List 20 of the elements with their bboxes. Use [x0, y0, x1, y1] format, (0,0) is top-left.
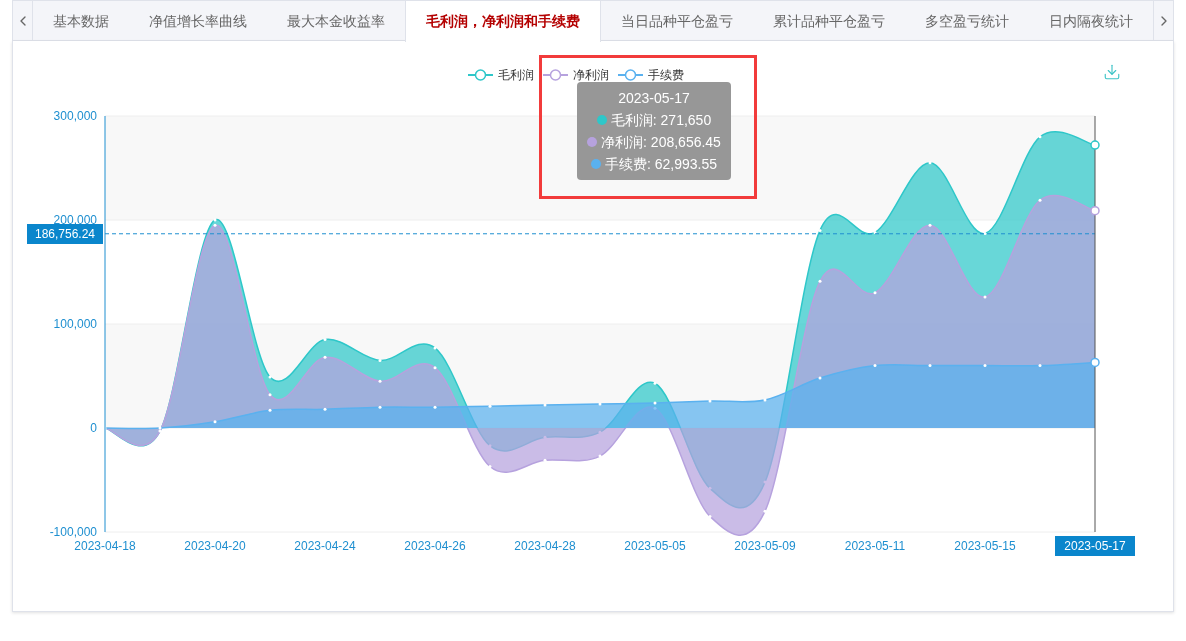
- x-axis-label: 2023-04-18: [74, 539, 136, 553]
- y-axis-label: 0: [90, 421, 97, 435]
- axis-pointer-label: 2023-05-17: [1055, 536, 1135, 556]
- x-axis-label: 2023-05-11: [844, 539, 906, 553]
- tooltip-row-text: 净利润: 208,656.45: [601, 133, 721, 152]
- x-axis-label: 2023-05-05: [624, 539, 686, 553]
- tooltip-row-text: 毛利润: 271,650: [610, 111, 712, 130]
- y-axis-label: -100,000: [49, 525, 97, 539]
- x-axis-label: 2023-04-28: [514, 539, 576, 553]
- x-axis-label: 2023-04-24: [294, 539, 356, 553]
- y-axis-label: 100,000: [53, 317, 97, 331]
- x-tick-label: 2023-05-17: [1064, 539, 1127, 553]
- tooltip-title: 2023-05-17: [618, 89, 690, 108]
- x-axis-label: 2023-05-09: [734, 539, 796, 553]
- y-axis-label: 300,000: [53, 109, 97, 123]
- tooltip-row-text: 手续费: 62,993.55: [604, 155, 718, 174]
- x-axis-label: 2023-04-20: [184, 539, 246, 553]
- mark-line-label: 186,756.24: [27, 223, 103, 244]
- x-axis-label: 2023-05-15: [954, 539, 1016, 553]
- x-axis-label: 2023-04-26: [404, 539, 466, 553]
